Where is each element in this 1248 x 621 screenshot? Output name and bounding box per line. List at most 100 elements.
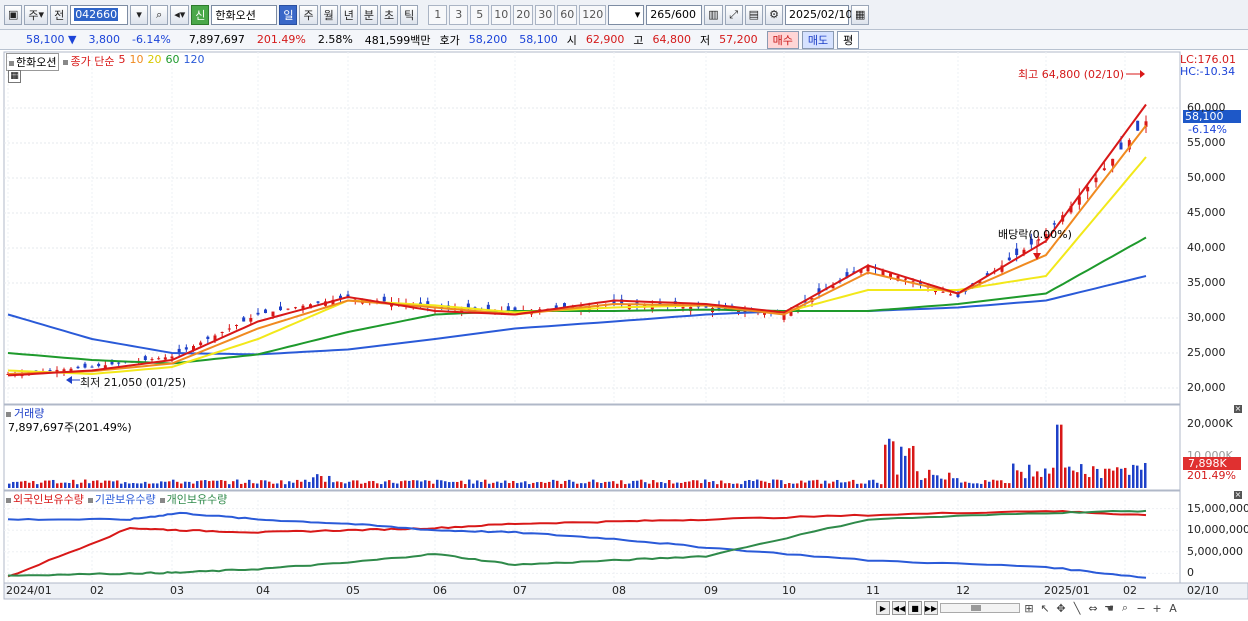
legend-ma-60: 60 [165,53,180,66]
period-minute[interactable]: 분 [359,4,378,25]
candle-body [904,278,907,280]
save-icon[interactable]: ▤ [744,4,764,25]
market-select[interactable]: 주 ▾ [24,4,49,25]
cursor-icon[interactable]: ↖ [1038,602,1052,615]
calendar-icon[interactable]: ▦ [851,4,870,25]
volume-bar [808,480,811,488]
legend-ma-5: 5 [118,53,126,66]
scroll-first-button[interactable]: ◀◀ [892,601,906,615]
prev-button[interactable]: 전 [50,4,69,25]
trade-volume: 7,897,697 [188,33,245,46]
volume-bar [192,483,195,488]
volume-bar [308,481,311,488]
period-year[interactable]: 년 [339,4,358,25]
line-tool-icon[interactable]: ╲ [1070,602,1084,615]
period-week[interactable]: 주 [299,4,318,25]
period-day[interactable]: 일 [279,4,298,25]
chart-type-icon[interactable]: ▥ [704,4,723,25]
interval-30[interactable]: 30 [535,4,556,25]
interval-1[interactable]: 1 [428,4,448,25]
interval-custom-input[interactable]: ▾ [608,4,645,25]
candle-body [90,366,94,368]
chart-area: 한화오션 종가 단순 5 10 20 60 120 ▦ LC:176.01 HC… [0,50,1248,621]
draw-tool-icon[interactable]: ⤢ [724,4,743,25]
volume-bar [16,481,19,488]
current-price: 58,100 ▼ [0,33,82,46]
interval-60[interactable]: 60 [557,4,578,25]
volume-bar [228,484,231,488]
font-size-icon[interactable]: A [1166,602,1180,615]
interval-120[interactable]: 120 [579,4,607,25]
volume-bar [964,481,967,488]
volume-bar [1116,467,1119,488]
volume-value: 7,897,697주(201.49%) [8,421,132,434]
volume-bar [664,483,667,488]
volume-bar [440,480,443,488]
scroll-right-button[interactable]: ▶ [876,601,890,615]
volume-bar [1000,480,1003,488]
volume-bar [124,482,127,488]
candle-body [1007,257,1011,261]
crosshair-icon[interactable]: ⊞ [1022,602,1036,615]
interval-3[interactable]: 3 [449,4,469,25]
volume-bar [816,479,819,488]
volume-bar [420,481,423,488]
search-icon[interactable]: ⌕ [150,4,169,25]
zoom-in-icon[interactable]: + [1150,602,1164,615]
window-menu-icon[interactable]: ▣ [4,4,23,25]
volume-bar [136,483,139,488]
zoom-icon[interactable]: ⌕ [1118,601,1132,615]
candle-body [83,363,87,368]
volume-close-icon[interactable]: × [1234,405,1242,413]
volume-bar [896,474,899,488]
pan-icon[interactable]: ✥ [1054,602,1068,615]
interval-20[interactable]: 20 [513,4,534,25]
volume-bar [316,474,319,488]
volume-bar [196,481,199,488]
legend-foreign: 외국인보유수량 [6,491,84,507]
date-input[interactable]: 2025/02/10 [785,4,852,25]
volume-bar [792,483,795,488]
volume-bar [852,479,855,488]
holdings-close-icon[interactable]: × [1234,491,1242,499]
scrollbar-track[interactable] [940,603,1020,613]
volume-bar [592,479,595,488]
volume-bar [776,479,779,488]
stock-code-input[interactable]: 042660 [70,4,129,25]
eval-button[interactable]: 평 [837,30,860,49]
stock-name-field[interactable]: 한화오션 [211,4,278,25]
legend-stock-name: 한화오션 [16,56,57,69]
volume-bar [428,480,431,488]
volume-bar [224,480,227,488]
volume-bar [1020,471,1023,488]
count-input[interactable]: 265/600 [646,4,703,25]
code-dropdown-icon[interactable]: ▾ [130,4,149,25]
scroll-last-button[interactable]: ▶▶ [924,601,938,615]
sell-button[interactable]: 매도 [801,30,835,49]
hand-icon[interactable]: ☚ [1102,602,1116,615]
period-month[interactable]: 월 [319,4,338,25]
volume-bar [1004,483,1007,488]
buy-button[interactable]: 매수 [766,30,799,49]
volume-bar [824,480,827,488]
x-axis-label: 03 [170,584,184,597]
chart-canvas[interactable] [0,50,1248,621]
gear-icon[interactable]: ⚙ [765,4,784,25]
volume-bar [760,480,763,488]
speaker-icon[interactable]: ◂▾ [170,4,190,25]
bid-price: 58,100 [519,33,558,46]
calculator-icon[interactable]: ▦ [8,70,21,83]
legend-ma-10: 10 [129,53,144,66]
stop-button[interactable]: ■ [908,601,922,615]
volume-bar [1104,468,1107,488]
candle-body [1119,142,1123,150]
zoom-out-icon[interactable]: − [1134,602,1148,615]
interval-10[interactable]: 10 [491,4,512,25]
period-tick[interactable]: 틱 [400,4,419,25]
scrollbar-thumb[interactable] [971,605,981,611]
volume-bar [728,483,731,488]
range-icon[interactable]: ⇔ [1086,602,1100,615]
volume-y-tick-20000k: 20,000K [1187,417,1233,430]
interval-5[interactable]: 5 [470,4,490,25]
period-second[interactable]: 초 [379,4,399,25]
